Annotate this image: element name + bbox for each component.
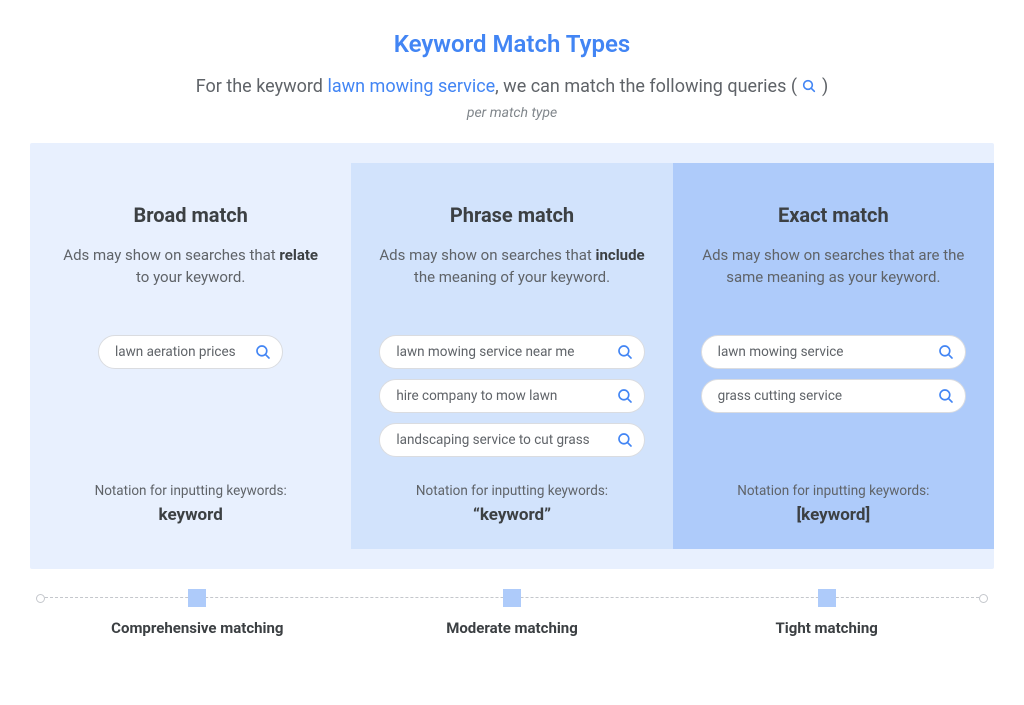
search-icon bbox=[616, 387, 634, 405]
phrase-queries: lawn mowing service near me hire company… bbox=[379, 335, 644, 465]
timeline-label-broad: Comprehensive matching bbox=[111, 619, 283, 637]
broad-desc: Ads may show on searches that relate to … bbox=[58, 245, 323, 315]
subtitle-post: , we can match the following queries ( bbox=[495, 76, 801, 97]
column-broad: Broad match Ads may show on searches tha… bbox=[30, 163, 351, 549]
search-icon bbox=[254, 343, 272, 361]
timeline-mark-exact: Tight matching bbox=[669, 589, 984, 637]
timeline-marker bbox=[503, 589, 521, 607]
query-chip: lawn aeration prices bbox=[98, 335, 283, 369]
broad-queries: lawn aeration prices bbox=[58, 335, 323, 465]
query-chip: lawn mowing service bbox=[701, 335, 966, 369]
query-text: landscaping service to cut grass bbox=[396, 432, 589, 448]
query-text: hire company to mow lawn bbox=[396, 388, 557, 404]
exact-notation-label: Notation for inputting keywords: bbox=[701, 483, 966, 499]
page-title: Keyword Match Types bbox=[30, 30, 994, 58]
query-chip: landscaping service to cut grass bbox=[379, 423, 644, 457]
exact-queries: lawn mowing service grass cutting servic… bbox=[701, 335, 966, 465]
timeline-mark-phrase: Moderate matching bbox=[355, 589, 670, 637]
search-icon bbox=[616, 343, 634, 361]
subtitle: For the keyword lawn mowing service, we … bbox=[30, 76, 994, 97]
exact-notation: [keyword] bbox=[701, 505, 966, 525]
column-phrase: Phrase match Ads may show on searches th… bbox=[351, 163, 672, 549]
timeline-marker bbox=[188, 589, 206, 607]
per-match-type: per match type bbox=[30, 105, 994, 121]
match-panel: Broad match Ads may show on searches tha… bbox=[30, 143, 994, 569]
phrase-heading: Phrase match bbox=[379, 203, 644, 227]
column-exact: Exact match Ads may show on searches tha… bbox=[673, 163, 994, 549]
phrase-desc: Ads may show on searches that include th… bbox=[379, 245, 644, 315]
broad-desc-post: to your keyword. bbox=[136, 268, 245, 286]
timeline-marker bbox=[818, 589, 836, 607]
query-text: lawn aeration prices bbox=[115, 344, 236, 360]
query-chip: grass cutting service bbox=[701, 379, 966, 413]
broad-desc-bold: relate bbox=[279, 246, 318, 264]
search-icon bbox=[937, 387, 955, 405]
exact-heading: Exact match bbox=[701, 203, 966, 227]
search-icon bbox=[937, 343, 955, 361]
broad-heading: Broad match bbox=[58, 203, 323, 227]
phrase-desc-bold: include bbox=[596, 246, 645, 264]
query-chip: hire company to mow lawn bbox=[379, 379, 644, 413]
query-text: lawn mowing service near me bbox=[396, 344, 574, 360]
exact-desc: Ads may show on searches that are the sa… bbox=[701, 245, 966, 315]
timeline-mark-broad: Comprehensive matching bbox=[40, 589, 355, 637]
broad-desc-pre: Ads may show on searches that bbox=[63, 246, 279, 264]
exact-desc-pre: Ads may show on searches that are the sa… bbox=[702, 246, 964, 286]
subtitle-pre: For the keyword bbox=[196, 76, 328, 97]
subtitle-keyword: lawn mowing service bbox=[327, 76, 495, 97]
broad-notation-label: Notation for inputting keywords: bbox=[58, 483, 323, 499]
broad-notation: keyword bbox=[58, 505, 323, 525]
query-chip: lawn mowing service near me bbox=[379, 335, 644, 369]
query-text: lawn mowing service bbox=[718, 344, 844, 360]
phrase-notation-label: Notation for inputting keywords: bbox=[379, 483, 644, 499]
timeline-label-exact: Tight matching bbox=[776, 619, 878, 637]
phrase-desc-post: the meaning of your keyword. bbox=[414, 268, 610, 286]
timeline: Comprehensive matching Moderate matching… bbox=[40, 589, 984, 649]
phrase-desc-pre: Ads may show on searches that bbox=[379, 246, 595, 264]
timeline-label-phrase: Moderate matching bbox=[446, 619, 578, 637]
search-icon bbox=[801, 78, 817, 94]
subtitle-close: ) bbox=[817, 76, 828, 97]
search-icon bbox=[616, 431, 634, 449]
query-text: grass cutting service bbox=[718, 388, 842, 404]
phrase-notation: “keyword” bbox=[379, 505, 644, 525]
